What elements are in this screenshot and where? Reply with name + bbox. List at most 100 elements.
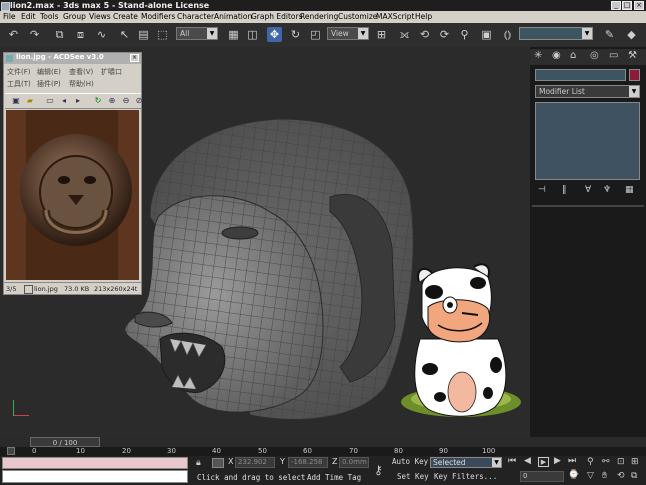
hierarchy-tab-icon[interactable]: ⌂: [570, 50, 576, 61]
place-highlight-icon[interactable]: ⚲: [457, 27, 472, 42]
object-color-swatch[interactable]: [629, 69, 640, 81]
select-link-icon[interactable]: ⧉: [52, 27, 67, 42]
time-config-icon[interactable]: ⌚: [568, 470, 579, 480]
acdsee-menu-tools[interactable]: 工具(T): [7, 79, 31, 89]
remove-modifier-icon[interactable]: ♆: [603, 185, 611, 195]
region-select-icon[interactable]: ⬚: [155, 27, 170, 42]
x-coordinate-field[interactable]: 232.902: [235, 457, 275, 468]
menu-character[interactable]: Character: [177, 11, 214, 23]
mirror-icon[interactable]: ⟗: [397, 27, 412, 42]
material-editor-icon[interactable]: ✎: [602, 27, 617, 42]
maxscript-listener-pink[interactable]: [2, 457, 188, 469]
acdsee-close-button[interactable]: ×: [130, 54, 139, 62]
maximize-viewport-icon[interactable]: ⧉: [631, 471, 637, 481]
zoom-all-icon[interactable]: ⚯: [602, 457, 610, 467]
menu-help[interactable]: Help: [415, 11, 432, 23]
time-slider-track[interactable]: 0 / 100: [0, 437, 646, 447]
current-frame-field[interactable]: 0: [520, 471, 564, 482]
selection-filter-dropdown[interactable]: All ▼: [176, 27, 218, 40]
configure-sets-icon[interactable]: ▦: [625, 185, 634, 195]
schematic-view-icon[interactable]: ⦅⦆: [500, 27, 515, 42]
auto-key-button[interactable]: Auto Key: [392, 457, 428, 466]
key-filters-button[interactable]: Key Filters...: [434, 472, 497, 481]
goto-start-icon[interactable]: ⏮: [508, 456, 516, 466]
close-button[interactable]: ×: [634, 1, 644, 10]
menu-create[interactable]: Create: [113, 11, 138, 23]
redo-icon[interactable]: ↷: [27, 27, 42, 42]
acdsee-menu-view[interactable]: 查看(V): [69, 67, 93, 77]
previous-image-icon[interactable]: ◂: [59, 96, 69, 105]
move-icon[interactable]: ✥: [267, 27, 282, 42]
add-time-tag-button[interactable]: Add Time Tag: [307, 473, 361, 482]
acdsee-menu-help[interactable]: 帮助(H): [69, 79, 94, 89]
maxscript-listener-white[interactable]: [2, 470, 188, 483]
acdsee-menu-extra[interactable]: 扩嚼口: [101, 67, 122, 77]
refresh-icon[interactable]: ↻: [93, 96, 103, 105]
named-selection-field[interactable]: ▼: [519, 27, 593, 40]
zoom-icon[interactable]: ⚲: [587, 457, 594, 467]
select-by-name-alt-icon[interactable]: ▦: [226, 27, 241, 42]
acdsee-menu-file[interactable]: 文件(F): [7, 67, 31, 77]
display-tab-icon[interactable]: ▭: [609, 50, 618, 61]
play-icon[interactable]: ▶: [538, 457, 549, 467]
acdsee-menu-plugins[interactable]: 插件(P): [37, 79, 61, 89]
next-frame-icon[interactable]: ▶: [554, 456, 561, 466]
pan-icon[interactable]: ✋︎: [602, 471, 607, 481]
utilities-tab-icon[interactable]: ⚒: [628, 50, 637, 61]
field-of-view-icon[interactable]: ▽: [587, 471, 594, 481]
browse-icon[interactable]: ▣: [11, 96, 21, 105]
menu-group[interactable]: Group: [63, 11, 86, 23]
rotate-icon[interactable]: ↻: [288, 27, 303, 42]
scale-icon[interactable]: ◰: [308, 27, 323, 42]
time-slider[interactable]: 0 / 100: [30, 437, 100, 447]
modifier-stack-list[interactable]: [535, 102, 640, 180]
previous-frame-icon[interactable]: ◀: [524, 456, 531, 466]
menu-customize[interactable]: Customize: [338, 11, 377, 23]
bind-space-warp-icon[interactable]: ∿: [94, 27, 109, 42]
window-crossing-icon[interactable]: ◫: [245, 27, 260, 42]
acdsee-menu-edit[interactable]: 编辑(E): [37, 67, 61, 77]
curve-editor-icon[interactable]: ▣: [479, 27, 494, 42]
undo-icon[interactable]: ↶: [6, 27, 21, 42]
select-by-name-icon[interactable]: ▤: [136, 27, 151, 42]
menu-file[interactable]: File: [3, 11, 16, 23]
modifier-list-dropdown[interactable]: Modifier List ▼: [535, 85, 640, 98]
menu-rendering[interactable]: Rendering: [300, 11, 338, 23]
pivot-center-icon[interactable]: ⊞: [374, 27, 389, 42]
align-icon[interactable]: ⟲: [417, 27, 432, 42]
y-coordinate-field[interactable]: -168.258: [288, 457, 328, 468]
make-unique-icon[interactable]: ∀: [585, 185, 591, 195]
selection-lock-icon[interactable]: 🔒︎: [196, 458, 201, 468]
menu-maxscript[interactable]: MAXScript: [376, 11, 415, 23]
track-bar[interactable]: 0 10 20 30 40 50 60 70 80 90 100: [0, 447, 646, 456]
normal-align-icon[interactable]: ⟳: [437, 27, 452, 42]
create-tab-icon[interactable]: ✳: [534, 50, 542, 61]
modify-tab-icon[interactable]: ◉: [552, 50, 561, 61]
pin-stack-icon[interactable]: ⊣: [538, 185, 546, 195]
zoom-extents-icon[interactable]: ⊡: [617, 457, 625, 467]
menu-views[interactable]: Views: [89, 11, 111, 23]
next-image-icon[interactable]: ▸: [73, 96, 83, 105]
zoom-out-icon[interactable]: ⊖: [121, 96, 131, 105]
object-name-field[interactable]: [535, 69, 626, 81]
menu-modifiers[interactable]: Modifiers: [141, 11, 175, 23]
render-icon[interactable]: ◆: [624, 27, 639, 42]
select-object-icon[interactable]: ↖: [117, 27, 132, 42]
maximize-button[interactable]: □: [622, 1, 632, 10]
z-coordinate-field[interactable]: 0.0mm: [339, 457, 369, 468]
arc-rotate-icon[interactable]: ⟲: [617, 471, 625, 481]
key-mode-icon[interactable]: ⚷: [374, 463, 383, 477]
fullscreen-icon[interactable]: ▭: [45, 96, 55, 105]
zoom-fit-icon[interactable]: ⊘: [134, 96, 144, 105]
zoom-in-icon[interactable]: ⊕: [107, 96, 117, 105]
minimize-button[interactable]: _: [611, 1, 621, 10]
open-folder-icon[interactable]: ▰: [25, 96, 35, 105]
menu-edit[interactable]: Edit: [21, 11, 36, 23]
set-key-button[interactable]: Set Key: [397, 472, 429, 481]
acdsee-window[interactable]: lion.jpg - ACDSee v3.0 × 文件(F) 编辑(E) 查看(…: [3, 52, 142, 295]
goto-end-icon[interactable]: ⏭: [568, 456, 576, 466]
reference-coord-dropdown[interactable]: View ▼: [327, 27, 369, 40]
menu-animation[interactable]: Animation: [214, 11, 252, 23]
show-end-result-icon[interactable]: ‖: [562, 185, 567, 195]
absolute-mode-icon[interactable]: [212, 458, 224, 468]
